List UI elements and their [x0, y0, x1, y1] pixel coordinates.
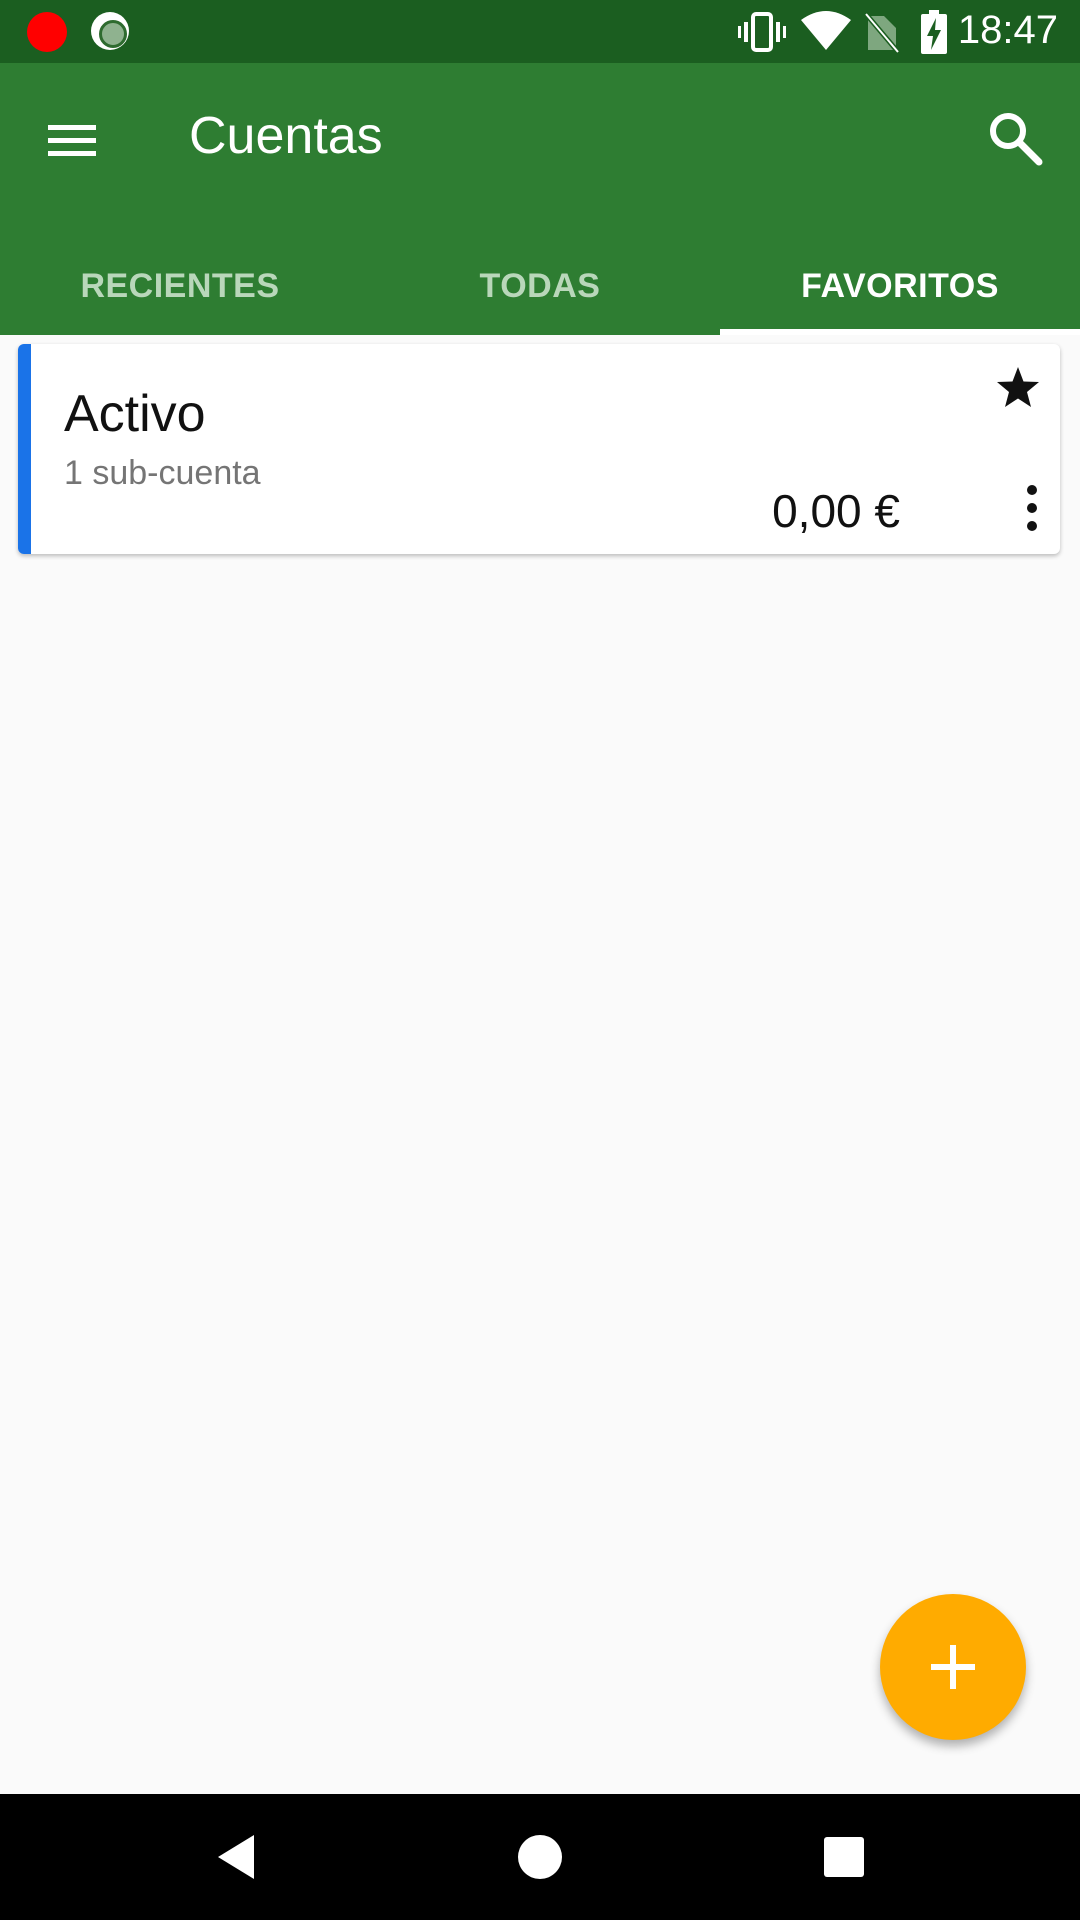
- app-bar: Cuentas RECIENTES TODAS FAVORITOS: [0, 63, 1080, 335]
- status-bar: 18:47: [0, 0, 1080, 63]
- vibrate-icon: [738, 12, 786, 52]
- add-account-button[interactable]: [880, 1594, 1026, 1740]
- battery-charging-icon: [921, 10, 947, 54]
- favorite-star-icon[interactable]: [994, 364, 1042, 412]
- tab-todas[interactable]: TODAS: [360, 238, 720, 335]
- recents-icon[interactable]: [816, 1829, 872, 1885]
- account-name: Activo: [64, 385, 206, 443]
- tab-favoritos[interactable]: FAVORITOS: [720, 238, 1080, 335]
- more-options-icon[interactable]: [1022, 484, 1042, 532]
- account-subaccounts: 1 sub-cuenta: [64, 454, 261, 492]
- status-time: 18:47: [957, 8, 1058, 52]
- system-nav-bar: [0, 1794, 1080, 1920]
- search-icon[interactable]: [985, 108, 1045, 168]
- plus-icon: [931, 1645, 975, 1689]
- no-sim-icon: [864, 12, 900, 54]
- screen-record-icon: [91, 12, 129, 50]
- back-icon[interactable]: [210, 1829, 266, 1885]
- wifi-icon: [801, 11, 851, 50]
- tab-bar: RECIENTES TODAS FAVORITOS: [0, 238, 1080, 335]
- account-card[interactable]: Activo 1 sub-cuenta 0,00 €: [18, 344, 1060, 554]
- home-icon[interactable]: [512, 1829, 568, 1885]
- tab-recientes[interactable]: RECIENTES: [0, 238, 360, 335]
- menu-icon[interactable]: [44, 113, 100, 169]
- account-balance: 0,00 €: [772, 485, 900, 537]
- account-color-bar: [18, 344, 31, 554]
- record-dot: [27, 12, 67, 52]
- page-title: Cuentas: [189, 107, 383, 165]
